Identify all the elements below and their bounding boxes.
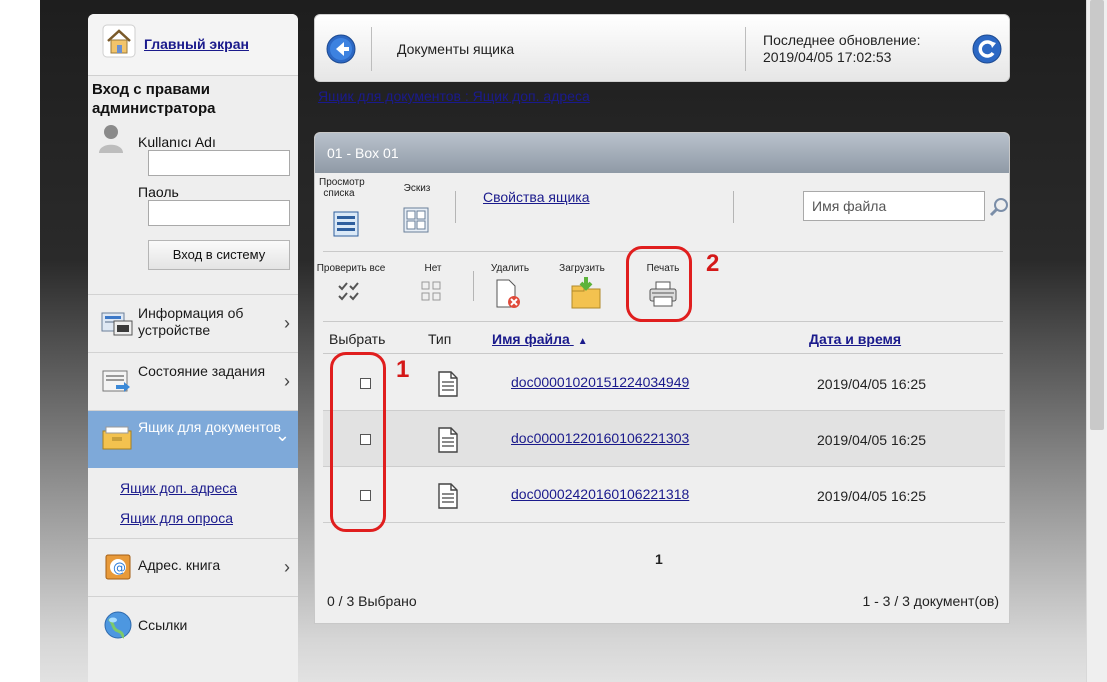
last-update-info: Последнее обновление: 2019/04/05 17:02:5… bbox=[763, 32, 920, 66]
filename-search-input[interactable]: Имя файла bbox=[803, 191, 985, 221]
column-filename-label: Имя файла bbox=[492, 331, 570, 347]
check-all-label: Проверить все bbox=[316, 263, 386, 274]
toolbar-divider bbox=[733, 191, 734, 223]
page-title: Документы ящика bbox=[397, 41, 515, 57]
upload-folder-icon[interactable] bbox=[571, 275, 601, 309]
file-name-link[interactable]: doc00002420160106221318 bbox=[511, 486, 689, 502]
delete-label: Удалить bbox=[490, 263, 530, 274]
table-row: doc00001020151224034949 2019/04/05 16:25 bbox=[323, 355, 1005, 411]
file-name-link[interactable]: doc00001020151224034949 bbox=[511, 374, 689, 390]
box-properties-link[interactable]: Свойства ящика bbox=[483, 189, 590, 205]
svg-text:@: @ bbox=[113, 561, 126, 576]
header-divider bbox=[745, 27, 746, 71]
scrollbar-thumb[interactable] bbox=[1090, 0, 1104, 430]
file-date: 2019/04/05 16:25 bbox=[817, 432, 926, 448]
box-title: 01 - Box 01 bbox=[327, 145, 399, 161]
last-update-value: 2019/04/05 17:02:53 bbox=[763, 49, 892, 65]
list-view-icon[interactable] bbox=[333, 211, 359, 237]
document-file-icon bbox=[438, 427, 458, 453]
pagination-current-page[interactable]: 1 bbox=[655, 551, 663, 567]
address-book-icon: @ bbox=[105, 554, 131, 580]
callout-print bbox=[626, 246, 692, 322]
table-row: doc00002420160106221318 2019/04/05 16:25 bbox=[323, 467, 1005, 523]
none-label: Нет bbox=[424, 263, 442, 274]
list-view-label: Просмотр списка bbox=[319, 177, 365, 199]
refresh-icon[interactable] bbox=[971, 33, 1003, 65]
home-icon[interactable] bbox=[102, 24, 136, 58]
sidebar-item-links[interactable]: Ссылки bbox=[88, 596, 298, 654]
box-title-bar: 01 - Box 01 bbox=[315, 133, 1009, 173]
column-filename-sort[interactable]: Имя файла ▲ bbox=[492, 331, 588, 347]
delete-file-icon[interactable] bbox=[495, 279, 521, 309]
page-header: Документы ящика Последнее обновление: 20… bbox=[314, 14, 1010, 82]
sidebar-item-label: Информация об устройстве bbox=[138, 305, 244, 338]
chevron-right-icon: › bbox=[284, 371, 290, 391]
toolbar-divider bbox=[473, 271, 474, 301]
password-label: Паоль bbox=[138, 184, 179, 200]
sidebar-sub-polling-box[interactable]: Ящик для опроса bbox=[120, 510, 233, 526]
sidebar-item-label: Ссылки bbox=[138, 617, 188, 633]
job-status-icon bbox=[102, 370, 130, 392]
sidebar-item-job-status[interactable]: Состояние задания › bbox=[88, 352, 298, 410]
selected-count: 0 / 3 Выбрано bbox=[327, 593, 417, 609]
column-type: Тип bbox=[428, 331, 452, 347]
column-datetime-sort[interactable]: Дата и время bbox=[809, 331, 901, 347]
table-header-separator bbox=[323, 353, 1003, 354]
sidebar-item-device-info[interactable]: Информация об устройстве › bbox=[88, 294, 298, 352]
chevron-down-icon: ⌄ bbox=[274, 425, 290, 445]
thumbnail-view-icon[interactable] bbox=[403, 207, 429, 233]
page-scrollbar[interactable] bbox=[1086, 0, 1107, 682]
check-all-icon[interactable] bbox=[337, 281, 361, 301]
upload-label: Загрузить bbox=[559, 263, 605, 274]
table-row: doc00001220160106221303 2019/04/05 16:25 bbox=[323, 411, 1005, 467]
search-icon[interactable] bbox=[989, 197, 1009, 217]
header-divider bbox=[371, 27, 372, 71]
sidebar-item-label: Состояние задания bbox=[138, 363, 266, 379]
document-range: 1 - 3 / 3 документ(ов) bbox=[862, 593, 999, 609]
file-name-link[interactable]: doc00001220160106221303 bbox=[511, 430, 689, 446]
username-label: Kullanıcı Adı bbox=[138, 134, 216, 150]
home-link[interactable]: Главный экран bbox=[144, 36, 249, 52]
username-field[interactable] bbox=[148, 150, 290, 176]
document-file-icon bbox=[438, 371, 458, 397]
toolbar-divider bbox=[455, 191, 456, 223]
uncheck-all-icon[interactable] bbox=[421, 281, 441, 301]
document-box-panel: 01 - Box 01 Просмотр списка Эскиз Свойст… bbox=[314, 132, 1010, 624]
document-box-icon bbox=[102, 426, 132, 450]
chevron-right-icon: › bbox=[284, 313, 290, 333]
callout-checkboxes bbox=[330, 352, 386, 532]
back-arrow-icon[interactable] bbox=[325, 33, 357, 65]
sidebar-item-label: Ящик для документов bbox=[138, 419, 281, 435]
admin-login-title: Вход с правами администратора bbox=[92, 81, 216, 117]
home-row: Главный экран bbox=[88, 14, 298, 76]
sidebar-item-address-book[interactable]: @ Адрес. книга › bbox=[88, 538, 298, 596]
sidebar-sub-extra-box[interactable]: Ящик доп. адреса bbox=[120, 480, 237, 496]
sidebar-item-document-box[interactable]: Ящик для документов ⌄ bbox=[88, 410, 298, 468]
breadcrumb[interactable]: Ящик для документов : Ящик доп. адреса bbox=[318, 88, 590, 104]
password-field[interactable] bbox=[148, 200, 290, 226]
links-globe-icon bbox=[104, 611, 132, 639]
sidebar: Главный экран Вход с правами администрат… bbox=[88, 14, 298, 682]
column-select: Выбрать bbox=[329, 331, 386, 347]
callout-number-1: 1 bbox=[396, 356, 410, 383]
sort-ascending-icon: ▲ bbox=[577, 336, 588, 347]
login-button[interactable]: Вход в систему bbox=[148, 240, 290, 270]
user-avatar-icon bbox=[99, 125, 123, 153]
file-date: 2019/04/05 16:25 bbox=[817, 376, 926, 392]
document-file-icon bbox=[438, 483, 458, 509]
last-update-label: Последнее обновление: bbox=[763, 32, 921, 48]
thumbnail-label: Эскиз bbox=[403, 183, 431, 194]
callout-number-2: 2 bbox=[706, 250, 720, 277]
chevron-right-icon: › bbox=[284, 557, 290, 577]
device-info-icon bbox=[101, 312, 133, 336]
sidebar-item-label: Адрес. книга bbox=[138, 557, 221, 573]
file-date: 2019/04/05 16:25 bbox=[817, 488, 926, 504]
